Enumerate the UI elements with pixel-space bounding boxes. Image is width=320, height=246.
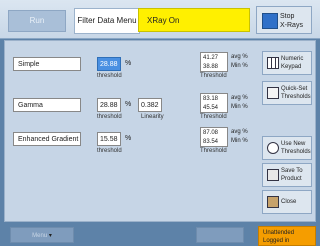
filter-row-enhanced-gradient: Enhanced Gradient 15.58 % threshold 87.0… — [13, 124, 253, 154]
threshold-input[interactable]: 28.88 — [97, 57, 121, 71]
filter-name-field[interactable]: Simple — [13, 57, 81, 71]
use-new-line2: Thresholds — [281, 149, 311, 155]
linearity-caption: Linearity — [141, 114, 164, 120]
threshold-input[interactable]: 15.58 — [97, 132, 121, 146]
stop-label-line1: Stop — [280, 13, 295, 20]
numeric-keypad-line2: Keypad — [281, 64, 302, 70]
numeric-keypad-button[interactable]: Numeric Keypad — [262, 51, 312, 75]
percent-label: % — [125, 101, 132, 108]
result-avg: 87.08 — [203, 130, 219, 136]
filter-name-field[interactable]: Gamma — [13, 98, 81, 112]
result-avg: 41.27 — [203, 55, 219, 61]
threshold-input[interactable]: 28.88 — [97, 98, 121, 112]
disabled-button[interactable] — [196, 227, 244, 243]
stop-label-line2: X-Rays — [280, 22, 303, 29]
keypad-icon — [267, 57, 279, 69]
percent-label: % — [125, 60, 132, 67]
top-toolbar: Run Filter Data Menu XRay On Stop X-Rays — [0, 0, 320, 39]
result-values: 41.27 38.88 — [200, 52, 228, 72]
percent-label: % — [125, 135, 132, 142]
unit-min: Min % — [231, 104, 248, 110]
user-status-line1: Unattended — [263, 230, 295, 236]
user-status-line2: Logged in — [263, 238, 290, 244]
result-values: 87.08 83.54 — [200, 127, 228, 147]
save-to-product-button[interactable]: Save To Product — [262, 163, 312, 187]
use-new-line1: Use New — [281, 141, 306, 147]
quick-set-line1: Quick-Set — [281, 86, 308, 92]
result-caption: Threshold — [200, 114, 227, 120]
unit-min: Min % — [231, 138, 248, 144]
filter-row-gamma: Gamma 28.88 % threshold 0.382 Linearity … — [13, 90, 253, 120]
close-label: Close — [281, 199, 297, 205]
user-status-badge: Unattended Logged in — [258, 226, 316, 246]
quick-set-line2: Thresholds — [281, 94, 311, 100]
screen-title: Filter Data Menu — [74, 8, 140, 34]
unit-min: Min % — [231, 63, 248, 69]
bottom-toolbar: Menu ▾ Unattended Logged in — [0, 224, 320, 246]
stop-icon — [262, 13, 278, 29]
run-button[interactable]: Run — [8, 10, 66, 32]
unit-avg: avg % — [231, 129, 248, 135]
unit-avg: avg % — [231, 95, 248, 101]
threshold-caption: threshold — [97, 114, 122, 120]
linearity-input[interactable]: 0.382 — [138, 98, 162, 112]
result-units: avg % Min % — [231, 128, 248, 146]
result-caption: Threshold — [200, 73, 227, 79]
stop-xrays-button[interactable]: Stop X-Rays — [256, 6, 312, 34]
result-units: avg % Min % — [231, 53, 248, 71]
save-to-line1: Save To — [281, 168, 303, 174]
xray-status-banner: XRay On — [138, 8, 250, 32]
result-min: 83.54 — [203, 139, 219, 145]
filter-panel: Simple 28.88 % threshold 41.27 38.88 avg… — [4, 40, 316, 222]
door-icon — [267, 196, 279, 208]
save-to-line2: Product — [281, 176, 302, 182]
filter-data-window: Run Filter Data Menu XRay On Stop X-Rays… — [0, 0, 320, 246]
quick-set-thresholds-button[interactable]: Quick-Set Thresholds — [262, 81, 312, 105]
result-values: 83.18 45.54 — [200, 93, 228, 113]
dropdown-arrow-icon: ▾ — [48, 233, 52, 239]
pencil-icon — [267, 87, 279, 99]
result-avg: 83.18 — [203, 96, 219, 102]
save-icon — [267, 169, 279, 181]
filter-row-simple: Simple 28.88 % threshold 41.27 38.88 avg… — [13, 49, 253, 79]
unit-avg: avg % — [231, 54, 248, 60]
result-min: 38.88 — [203, 64, 219, 70]
threshold-caption: threshold — [97, 148, 122, 154]
threshold-caption: threshold — [97, 73, 122, 79]
filter-name-field[interactable]: Enhanced Gradient — [13, 132, 81, 146]
numeric-keypad-line1: Numeric — [281, 56, 304, 62]
menu-button[interactable]: Menu ▾ — [10, 227, 74, 243]
result-min: 45.54 — [203, 105, 219, 111]
close-button[interactable]: Close — [262, 190, 312, 214]
menu-label: Menu — [32, 233, 48, 239]
use-new-thresholds-button[interactable]: Use New Thresholds — [262, 136, 312, 160]
result-caption: Threshold — [200, 148, 227, 154]
result-units: avg % Min % — [231, 94, 248, 112]
refresh-icon — [267, 142, 279, 154]
